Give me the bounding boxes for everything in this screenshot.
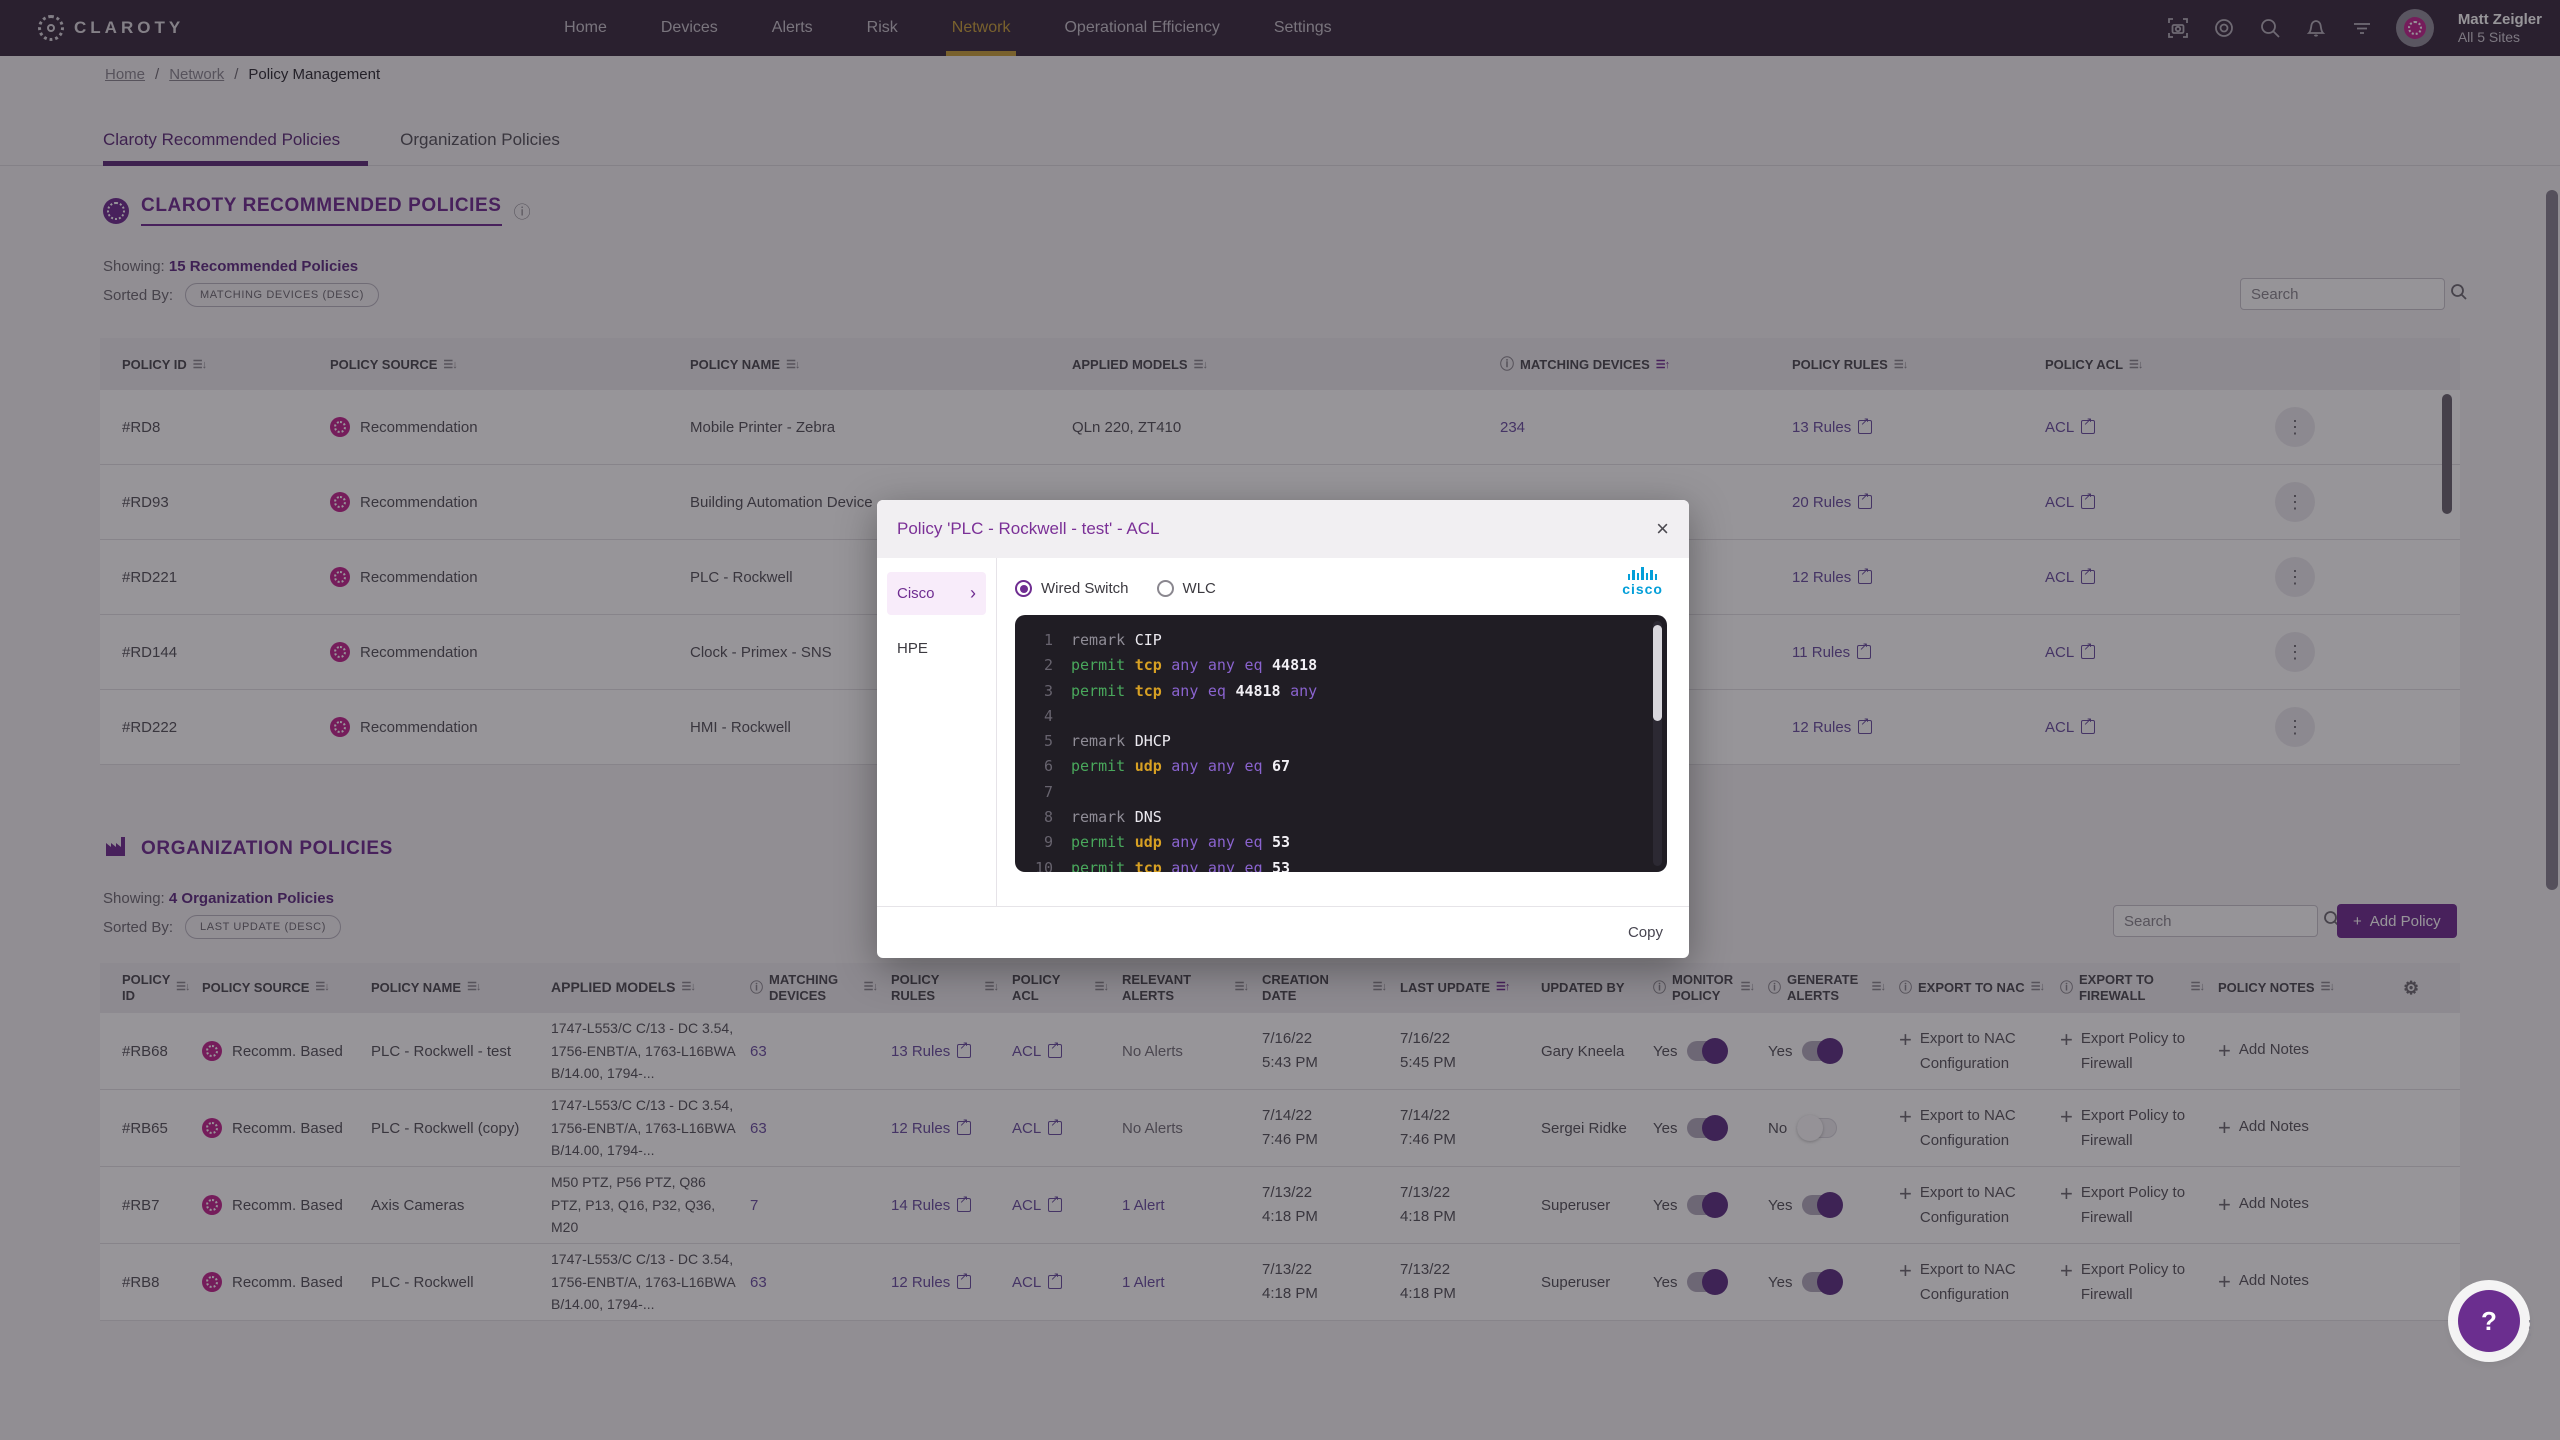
- line-number: 5: [1025, 729, 1053, 754]
- acl-type-radios: Wired Switch WLC: [1015, 580, 1667, 597]
- modal-footer: Copy: [877, 906, 1689, 958]
- radio-label: WLC: [1183, 580, 1216, 597]
- code-token: eq: [1244, 653, 1262, 678]
- modal-body: Cisco › HPE Wired Switch WLC: [877, 558, 1689, 906]
- code-token: CIP: [1135, 628, 1162, 653]
- code-token: permit: [1071, 856, 1125, 872]
- code-token: permit: [1071, 754, 1125, 779]
- code-token: any: [1171, 653, 1198, 678]
- line-number: 1: [1025, 628, 1053, 653]
- code-line: 5 remark DHCP: [1025, 729, 1663, 754]
- line-number: 7: [1025, 780, 1053, 805]
- close-icon[interactable]: ×: [1656, 518, 1669, 540]
- code-token: remark: [1071, 628, 1125, 653]
- vendor-label: Cisco: [897, 585, 935, 602]
- line-number: 8: [1025, 805, 1053, 830]
- page-scrollbar[interactable]: [2546, 190, 2558, 890]
- line-number: 6: [1025, 754, 1053, 779]
- radio-label: Wired Switch: [1041, 580, 1129, 597]
- line-number: 10: [1025, 856, 1053, 872]
- code-token: tcp: [1135, 856, 1162, 872]
- modal-title: Policy 'PLC - Rockwell - test' - ACL: [897, 519, 1160, 539]
- code-token: any: [1208, 856, 1235, 872]
- code-token: udp: [1135, 754, 1162, 779]
- page: CLAROTY Home Devices Alerts Risk Network…: [0, 0, 2560, 1440]
- line-number: 9: [1025, 830, 1053, 855]
- code-token: eq: [1208, 679, 1226, 704]
- code-token: any: [1171, 856, 1198, 872]
- code-line: 3permittcpanyeq44818any: [1025, 679, 1663, 704]
- code-line: 6permitudpanyanyeq67: [1025, 754, 1663, 779]
- code-token: any: [1171, 679, 1198, 704]
- cisco-logo-bars: [1622, 566, 1663, 580]
- code-line: 7: [1025, 780, 1663, 805]
- cisco-logo-word: cisco: [1622, 581, 1663, 597]
- code-line: 1 remark CIP: [1025, 628, 1663, 653]
- code-token: any: [1290, 679, 1317, 704]
- help-button[interactable]: ?: [2458, 1290, 2520, 1352]
- radio-unselected-icon: [1157, 580, 1174, 597]
- code-line: 2permittcpanyanyeq44818: [1025, 653, 1663, 678]
- code-token: udp: [1135, 830, 1162, 855]
- code-token: 67: [1272, 754, 1290, 779]
- code-token: permit: [1071, 653, 1125, 678]
- code-line: 8 remark DNS: [1025, 805, 1663, 830]
- code-token: tcp: [1135, 653, 1162, 678]
- code-token: any: [1171, 830, 1198, 855]
- code-token: 53: [1272, 830, 1290, 855]
- code-token: tcp: [1135, 679, 1162, 704]
- code-token: remark: [1071, 805, 1125, 830]
- vendor-list: Cisco › HPE: [877, 558, 997, 906]
- code-line: 4: [1025, 704, 1663, 729]
- cisco-logo: cisco: [1622, 566, 1663, 597]
- modal-header: Policy 'PLC - Rockwell - test' - ACL ×: [877, 500, 1689, 558]
- code-token: any: [1208, 830, 1235, 855]
- modal-content: Wired Switch WLC cisco 1 remark CIP: [997, 558, 1689, 906]
- radio-wlc[interactable]: WLC: [1157, 580, 1216, 597]
- code-token: 53: [1272, 856, 1290, 872]
- vendor-item-cisco[interactable]: Cisco ›: [887, 572, 986, 615]
- code-token: eq: [1244, 830, 1262, 855]
- radio-wired-switch[interactable]: Wired Switch: [1015, 580, 1129, 597]
- copy-button[interactable]: Copy: [1628, 924, 1663, 941]
- policy-acl-modal: Policy 'PLC - Rockwell - test' - ACL × C…: [877, 500, 1689, 958]
- code-token: 44818: [1272, 653, 1317, 678]
- line-number: 4: [1025, 704, 1053, 729]
- code-token: permit: [1071, 679, 1125, 704]
- vendor-item-hpe[interactable]: HPE: [887, 629, 986, 668]
- vendor-label: HPE: [897, 640, 928, 657]
- code-token: any: [1208, 653, 1235, 678]
- code-token: any: [1208, 754, 1235, 779]
- code-line: 10permittcpanyanyeq53: [1025, 856, 1663, 872]
- radio-selected-icon: [1015, 580, 1032, 597]
- code-token: any: [1171, 754, 1198, 779]
- code-line: 9permitudpanyanyeq53: [1025, 830, 1663, 855]
- code-token: remark: [1071, 729, 1125, 754]
- code-token: DNS: [1135, 805, 1162, 830]
- code-token: 44818: [1235, 679, 1280, 704]
- code-token: DHCP: [1135, 729, 1171, 754]
- code-token: eq: [1244, 754, 1262, 779]
- line-number: 2: [1025, 653, 1053, 678]
- chevron-right-icon: ›: [970, 583, 976, 604]
- line-number: 3: [1025, 679, 1053, 704]
- help-menu-kebab-icon[interactable]: ⋮: [2520, 1315, 2542, 1340]
- code-token: permit: [1071, 830, 1125, 855]
- code-scrollbar-thumb[interactable]: [1653, 625, 1662, 721]
- acl-code-block: 1remarkCIP 2permittcpanyanyeq44818 3perm…: [1015, 615, 1667, 872]
- code-token: eq: [1244, 856, 1262, 872]
